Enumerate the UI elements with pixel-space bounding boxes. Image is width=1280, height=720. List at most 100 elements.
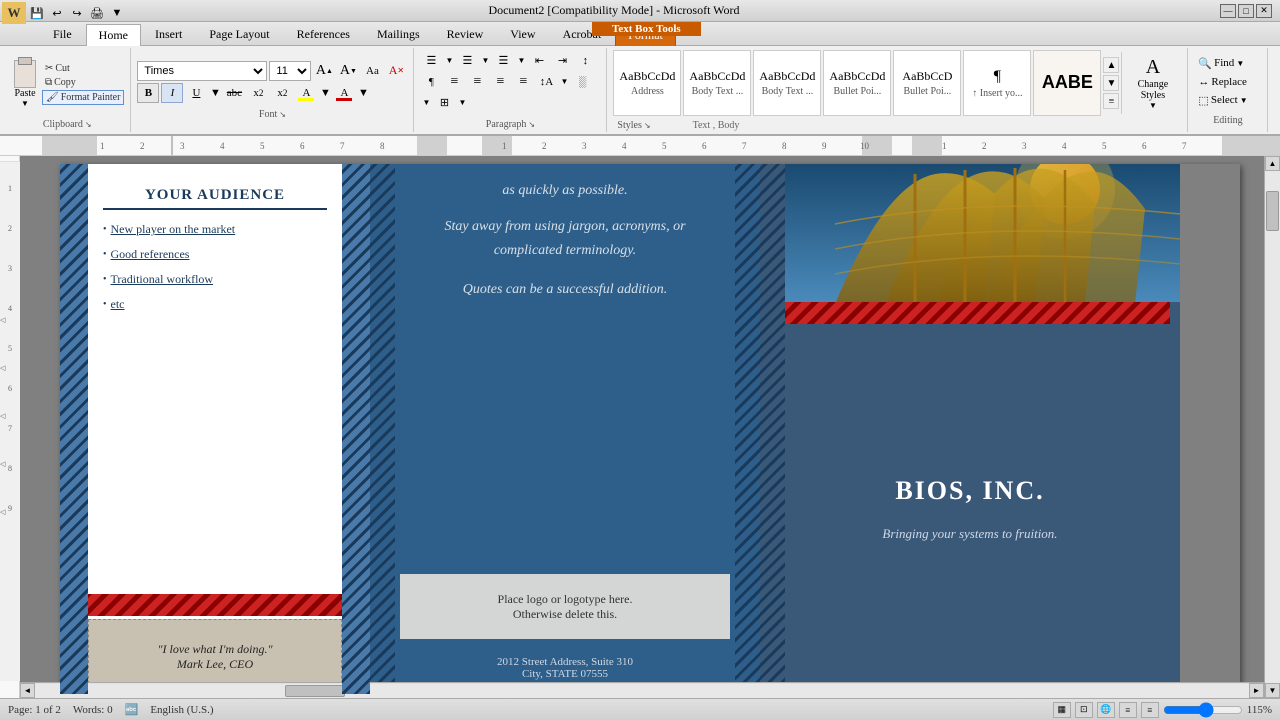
tab-references[interactable]: References bbox=[284, 23, 363, 45]
change-styles-dropdown[interactable]: ▼ bbox=[1149, 101, 1157, 110]
font-name-select[interactable]: Times bbox=[137, 61, 267, 81]
h-scroll-thumb[interactable] bbox=[285, 685, 345, 697]
save-button[interactable]: 💾 bbox=[28, 4, 46, 22]
horizontal-scrollbar[interactable]: ◄ ► bbox=[20, 682, 1264, 698]
line-spacing-dropdown[interactable]: ▼ bbox=[558, 72, 570, 92]
multilevel-dropdown[interactable]: ▼ bbox=[515, 51, 527, 71]
maximize-button[interactable]: □ bbox=[1238, 4, 1254, 18]
borders-dropdown[interactable]: ▼ bbox=[456, 93, 468, 113]
file-button[interactable]: W bbox=[2, 2, 26, 24]
styles-scroll-more[interactable]: ≡ bbox=[1103, 93, 1119, 109]
draft-btn[interactable]: ≡ bbox=[1141, 702, 1159, 718]
numbering-dropdown[interactable]: ▼ bbox=[479, 51, 491, 71]
paragraph-expand-icon[interactable]: ↘ bbox=[528, 120, 535, 129]
scroll-down-button[interactable]: ▼ bbox=[1265, 683, 1280, 698]
style-body-text2[interactable]: AaBbCcDd Body Text ... bbox=[753, 50, 821, 116]
clipboard-expand-icon[interactable]: ↘ bbox=[85, 120, 92, 129]
tab-insert[interactable]: Insert bbox=[142, 23, 195, 45]
web-layout-btn[interactable]: 🌐 bbox=[1097, 702, 1115, 718]
sort-button[interactable]: ↕ bbox=[574, 51, 596, 71]
font-color-btn-dropdown[interactable]: ▼ bbox=[357, 83, 369, 103]
print-button[interactable]: 🖨 bbox=[88, 4, 106, 22]
find-button[interactable]: 🔍 Find ▼ bbox=[1194, 55, 1251, 72]
style-heading[interactable]: AABE bbox=[1033, 50, 1101, 116]
copy-button[interactable]: ⧉ Copy bbox=[42, 76, 124, 89]
tab-pagelayout[interactable]: Page Layout bbox=[196, 23, 282, 45]
align-right-button[interactable]: ≡ bbox=[489, 72, 511, 92]
bold-button[interactable]: B bbox=[137, 83, 159, 103]
scroll-thumb[interactable] bbox=[1266, 191, 1279, 231]
highlight-button[interactable]: A bbox=[295, 83, 317, 103]
style-insert[interactable]: ¶ ↑ Insert yo... bbox=[963, 50, 1031, 116]
superscript-button[interactable]: x2 bbox=[271, 83, 293, 103]
styles-expand-icon[interactable]: ↘ bbox=[644, 121, 651, 130]
zoom-slider[interactable] bbox=[1163, 704, 1243, 716]
style-body-text[interactable]: AaBbCcDd Body Text ... bbox=[683, 50, 751, 116]
styles-scroll-up[interactable]: ▲ bbox=[1103, 57, 1119, 73]
font-grow-button[interactable]: A▲ bbox=[313, 61, 335, 81]
subscript-button[interactable]: x2 bbox=[247, 83, 269, 103]
tab-file[interactable]: File bbox=[40, 23, 85, 45]
strikethrough-button[interactable]: abc bbox=[223, 83, 245, 103]
print-layout-btn[interactable]: ▦ bbox=[1053, 702, 1071, 718]
scroll-right-button[interactable]: ► bbox=[1249, 683, 1264, 698]
shading-button[interactable]: ░ bbox=[571, 72, 593, 92]
pages-area[interactable]: YOUR AUDIENCE • New player on the market… bbox=[20, 156, 1280, 698]
tab-mailings[interactable]: Mailings bbox=[364, 23, 433, 45]
font-size-select[interactable]: 11 bbox=[269, 61, 311, 81]
right-panel-left-bar bbox=[760, 164, 785, 694]
select-dropdown[interactable]: ▼ bbox=[1240, 96, 1248, 105]
minimize-button[interactable]: — bbox=[1220, 4, 1236, 18]
paste-dropdown-icon[interactable]: ▼ bbox=[21, 99, 29, 108]
bullets-dropdown[interactable]: ▼ bbox=[443, 51, 455, 71]
indent-increase-button[interactable]: ⇥ bbox=[551, 51, 573, 71]
scroll-track[interactable] bbox=[1265, 171, 1280, 683]
replace-button[interactable]: ↔ Replace bbox=[1194, 74, 1251, 90]
outline-btn[interactable]: ≡ bbox=[1119, 702, 1137, 718]
line-spacing-button[interactable]: ↕A bbox=[535, 72, 557, 92]
full-screen-btn[interactable]: ⊡ bbox=[1075, 702, 1093, 718]
h-scroll-track[interactable] bbox=[35, 684, 1249, 698]
close-button[interactable]: ✕ bbox=[1256, 4, 1272, 18]
font-expand-icon[interactable]: ↘ bbox=[279, 110, 286, 119]
justify-button[interactable]: ≡ bbox=[512, 72, 534, 92]
font-color-button[interactable]: A bbox=[333, 83, 355, 103]
numbering-button[interactable]: ☰ bbox=[456, 51, 478, 71]
customize-button[interactable]: ▼ bbox=[108, 4, 126, 22]
italic-button[interactable]: I bbox=[161, 83, 183, 103]
font-shrink-button[interactable]: A▼ bbox=[337, 61, 359, 81]
multilevel-button[interactable]: ☰ bbox=[492, 51, 514, 71]
tab-review[interactable]: Review bbox=[434, 23, 497, 45]
font-case-button[interactable]: Aa bbox=[361, 61, 383, 81]
style-bullet2[interactable]: AaBbCcD Bullet Poi... bbox=[893, 50, 961, 116]
style-bullet[interactable]: AaBbCcDd Bullet Poi... bbox=[823, 50, 891, 116]
cut-button[interactable]: ✂ Cut bbox=[42, 62, 124, 75]
vertical-scrollbar[interactable]: ▲ ▼ bbox=[1264, 156, 1280, 698]
underline-dropdown[interactable]: ▼ bbox=[209, 83, 221, 103]
style-address[interactable]: AaBbCcDd Address bbox=[613, 50, 681, 116]
scroll-up-button[interactable]: ▲ bbox=[1265, 156, 1280, 171]
select-button[interactable]: ⬚ Select ▼ bbox=[1194, 92, 1251, 109]
clear-formatting-button[interactable]: A✕ bbox=[385, 61, 407, 81]
paste-button[interactable]: Paste ▼ bbox=[10, 58, 40, 110]
style-body-label: Body Text ... bbox=[692, 86, 744, 97]
show-marks-button[interactable]: ¶ bbox=[420, 72, 442, 92]
bullets-button[interactable]: ☰ bbox=[420, 51, 442, 71]
redo-button[interactable]: ↪ bbox=[68, 4, 86, 22]
find-dropdown[interactable]: ▼ bbox=[1236, 59, 1244, 68]
styles-scroll-down[interactable]: ▼ bbox=[1103, 75, 1119, 91]
spell-check-icon[interactable]: 🔤 bbox=[125, 703, 139, 716]
align-center-button[interactable]: ≡ bbox=[466, 72, 488, 92]
format-painter-button[interactable]: 🖌 Format Painter bbox=[42, 90, 124, 105]
indent-decrease-button[interactable]: ⇤ bbox=[528, 51, 550, 71]
underline-button[interactable]: U bbox=[185, 83, 207, 103]
scroll-left-button[interactable]: ◄ bbox=[20, 683, 35, 698]
change-styles-button[interactable]: A Change Styles ▼ bbox=[1121, 52, 1181, 114]
shading-dropdown[interactable]: ▼ bbox=[420, 93, 432, 113]
undo-button[interactable]: ↩ bbox=[48, 4, 66, 22]
tab-home[interactable]: Home bbox=[86, 24, 141, 46]
tab-view[interactable]: View bbox=[497, 23, 548, 45]
borders-button[interactable]: ⊞ bbox=[433, 93, 455, 113]
align-left-button[interactable]: ≡ bbox=[443, 72, 465, 92]
font-color-dropdown[interactable]: ▼ bbox=[319, 83, 331, 103]
